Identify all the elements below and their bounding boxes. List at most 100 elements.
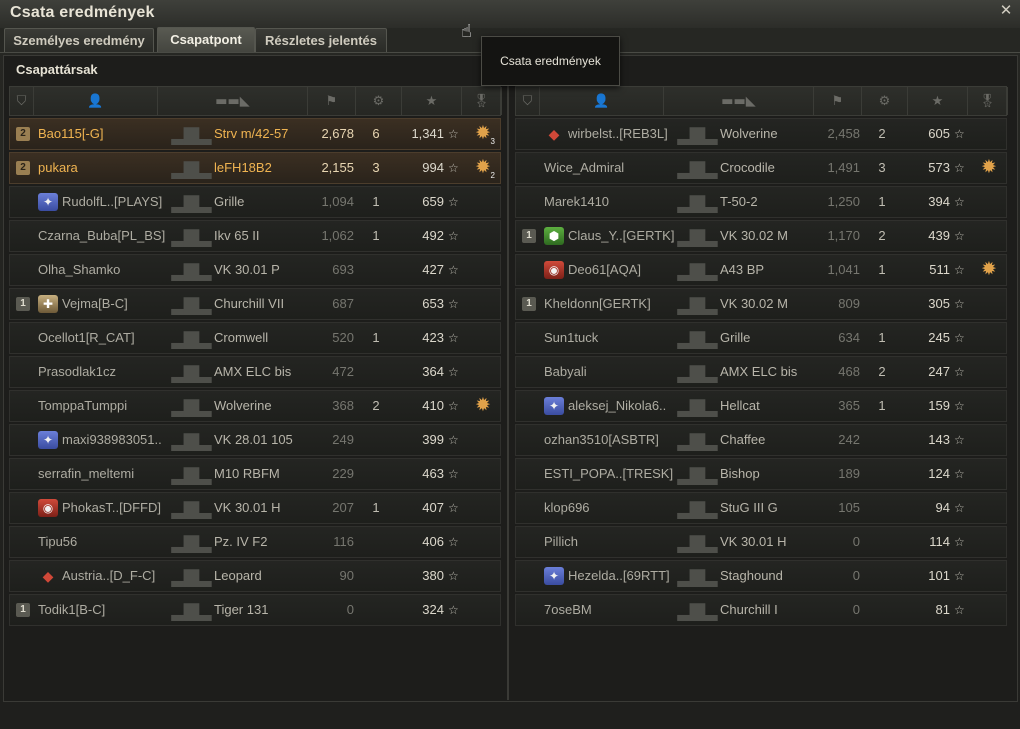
player-row[interactable]: Tipu56 ▂▆▂ Pz. IV F2 116 406 ☆ xyxy=(9,526,501,558)
player-name[interactable]: Bao115[-G] xyxy=(38,119,178,149)
player-row[interactable]: klop696 ▂▆▂ StuG III G 105 94 ☆ xyxy=(515,492,1007,524)
player-name[interactable]: 7oseBM xyxy=(544,595,684,625)
player-row[interactable]: 1 ⬢ Claus_Y..[GERTK] ▂▆▂ VK 30.02 M 1,170 2 439… xyxy=(515,220,1007,252)
header-xp-icon[interactable]: ⚑ xyxy=(814,87,862,115)
tab-team-score[interactable]: Csapatpont xyxy=(157,27,255,53)
damage-value: 463 xyxy=(422,466,444,481)
player-name[interactable]: ESTI_POPA..[TRESK] xyxy=(544,459,684,489)
header-player-icon[interactable]: 👤 xyxy=(540,87,664,115)
player-row[interactable]: ◆ Austria..[D_F-C] ▂▆▂ Leopard 90 380 ☆ xyxy=(9,560,501,592)
medal-icon[interactable]: ✹ xyxy=(471,394,495,418)
player-name[interactable]: PhokasT..[DFFD] xyxy=(62,493,178,523)
table-header: ⛉ 👤 ▬▬◣ ⚑ ⚙ ★ 🎖 xyxy=(515,86,1008,116)
player-row[interactable]: Pillich ▂▆▂ VK 30.01 H 0 114 ☆ xyxy=(515,526,1007,558)
kills-value xyxy=(872,425,892,455)
damage-value: 406 xyxy=(422,534,444,549)
medal-icon[interactable]: ✹ xyxy=(977,156,1001,180)
header-medal-icon[interactable]: 🎖 xyxy=(462,87,502,115)
player-name[interactable]: serrafin_meltemi xyxy=(38,459,178,489)
player-row[interactable]: ✦ aleksej_Nikola6.. ▂▆▂ Hellcat 365 1 159 ☆ xyxy=(515,390,1007,422)
player-name[interactable]: ozhan3510[ASBTR] xyxy=(544,425,684,455)
player-row[interactable]: ◉ PhokasT..[DFFD] ▂▆▂ VK 30.01 H 207 1 407 ☆ xyxy=(9,492,501,524)
player-row[interactable]: 1 Todik1[B-C] ▂▆▂ Tiger 131 0 324 ☆ xyxy=(9,594,501,626)
player-name[interactable]: maxi938983051.. xyxy=(62,425,178,455)
tank-silhouette-icon: ▂▆▂ xyxy=(677,531,717,553)
player-name[interactable]: Olha_Shamko xyxy=(38,255,178,285)
player-name[interactable]: Kheldonn[GERTK] xyxy=(544,289,684,319)
player-name[interactable]: Hezelda..[69RTT] xyxy=(568,561,684,591)
player-row[interactable]: Wice_Admiral ▂▆▂ Crocodile 1,491 3 573 ☆ ✹ xyxy=(515,152,1007,184)
title-bar[interactable]: Csata eredmények ✕ xyxy=(0,0,1020,28)
player-name[interactable]: Pillich xyxy=(544,527,684,557)
player-name[interactable]: pukara xyxy=(38,153,178,183)
medal-icon[interactable]: ✹ 2 xyxy=(471,156,495,180)
header-tank-icon[interactable]: ▬▬◣ xyxy=(664,87,814,115)
tank-silhouette-icon: ▂▆▂ xyxy=(171,429,211,451)
player-name[interactable]: Marek1410 xyxy=(544,187,684,217)
player-row[interactable]: Ocellot1[R_CAT] ▂▆▂ Cromwell 520 1 423 ☆ xyxy=(9,322,501,354)
player-name[interactable]: Todik1[B-C] xyxy=(38,595,178,625)
player-name[interactable]: wirbelst..[REB3L] xyxy=(568,119,684,149)
player-name[interactable]: klop696 xyxy=(544,493,684,523)
window-title: Csata eredmények xyxy=(10,4,155,21)
player-name[interactable]: Vejma[B-C] xyxy=(62,289,178,319)
left-team-table: ⛉ 👤 ▬▬◣ ⚑ ⚙ ★ 🎖 2 Bao115[-G] ▂▆▂ Strv m/42-57 2,678… xyxy=(9,86,502,626)
header-xp-icon[interactable]: ⚑ xyxy=(308,87,356,115)
vehicle-name: AMX ELC bis xyxy=(720,364,798,379)
xp-value: 809 xyxy=(838,296,860,311)
player-name[interactable]: Deo61[AQA] xyxy=(568,255,684,285)
player-name[interactable]: RudolfL..[PLAYS] xyxy=(62,187,178,217)
player-row[interactable]: Babyali ▂▆▂ AMX ELC bis 468 2 247 ☆ xyxy=(515,356,1007,388)
player-name[interactable]: Czarna_Buba[PL_BS] xyxy=(38,221,178,251)
player-row[interactable]: Marek1410 ▂▆▂ T-50-2 1,250 1 394 ☆ xyxy=(515,186,1007,218)
player-row[interactable]: 2 pukara ▂▆▂ leFH18B2 2,155 3 994 ☆ ✹ 2 xyxy=(9,152,501,184)
player-row[interactable]: 7oseBM ▂▆▂ Churchill I 0 81 ☆ xyxy=(515,594,1007,626)
medal-icon[interactable]: ✹ 3 xyxy=(471,122,495,146)
player-name[interactable]: aleksej_Nikola6.. xyxy=(568,391,684,421)
player-name[interactable]: Prasodlak1cz xyxy=(38,357,178,387)
damage-star-icon: ★ xyxy=(931,93,944,109)
tab-personal-results[interactable]: Személyes eredmény xyxy=(4,28,154,52)
header-tank-icon[interactable]: ▬▬◣ xyxy=(158,87,308,115)
header-kills-icon[interactable]: ⚙ xyxy=(862,87,908,115)
player-row[interactable]: Sun1tuck ▂▆▂ Grille 634 1 245 ☆ xyxy=(515,322,1007,354)
player-name[interactable]: TomppaTumppi xyxy=(38,391,178,421)
player-name[interactable]: Claus_Y..[GERTK] xyxy=(568,221,684,251)
player-row[interactable]: ◆ wirbelst..[REB3L] ▂▆▂ Wolverine 2,458 2 605 ☆ xyxy=(515,118,1007,150)
player-row[interactable]: 1 Kheldonn[GERTK] ▂▆▂ VK 30.02 M 809 305 ☆ xyxy=(515,288,1007,320)
player-name[interactable]: Wice_Admiral xyxy=(544,153,684,183)
tab-detailed-report[interactable]: Részletes jelentés xyxy=(255,28,387,52)
player-row[interactable]: TomppaTumppi ▂▆▂ Wolverine 368 2 410 ☆ ✹ xyxy=(9,390,501,422)
player-row[interactable]: ✦ maxi938983051.. ▂▆▂ VK 28.01 105 249 399 ☆ xyxy=(9,424,501,456)
player-row[interactable]: Olha_Shamko ▂▆▂ VK 30.01 P 693 427 ☆ xyxy=(9,254,501,286)
player-name[interactable]: Babyali xyxy=(544,357,684,387)
header-squad-icon[interactable]: ⛉ xyxy=(516,87,540,115)
header-player-icon[interactable]: 👤 xyxy=(34,87,158,115)
star-icon: ☆ xyxy=(448,365,459,379)
player-name[interactable]: Sun1tuck xyxy=(544,323,684,353)
player-row[interactable]: Prasodlak1cz ▂▆▂ AMX ELC bis 472 364 ☆ xyxy=(9,356,501,388)
header-kills-icon[interactable]: ⚙ xyxy=(356,87,402,115)
player-row[interactable]: ✦ Hezelda..[69RTT] ▂▆▂ Staghound 0 101 ☆ xyxy=(515,560,1007,592)
medal-icon[interactable]: ✹ xyxy=(977,258,1001,282)
header-damage-star-icon[interactable]: ★ xyxy=(402,87,462,115)
player-row[interactable]: 1 ✚ Vejma[B-C] ▂▆▂ Churchill VII 687 653 ☆ xyxy=(9,288,501,320)
kills-value xyxy=(366,527,386,557)
player-row[interactable]: ◉ Deo61[AQA] ▂▆▂ A43 BP 1,041 1 511 ☆ ✹ xyxy=(515,254,1007,286)
player-row[interactable]: serrafin_meltemi ▂▆▂ M10 RBFM 229 463 ☆ xyxy=(9,458,501,490)
player-name[interactable]: Tipu56 xyxy=(38,527,178,557)
player-row[interactable]: ✦ RudolfL..[PLAYS] ▂▆▂ Grille 1,094 1 659 ☆ xyxy=(9,186,501,218)
player-row[interactable]: ozhan3510[ASBTR] ▂▆▂ Chaffee 242 143 ☆ xyxy=(515,424,1007,456)
header-damage-star-icon[interactable]: ★ xyxy=(908,87,968,115)
player-row[interactable]: ESTI_POPA..[TRESK] ▂▆▂ Bishop 189 124 ☆ xyxy=(515,458,1007,490)
close-icon[interactable]: ✕ xyxy=(998,2,1014,18)
header-squad-icon[interactable]: ⛉ xyxy=(10,87,34,115)
clan-emblem-icon: ◆ xyxy=(548,126,560,142)
player-row[interactable]: Czarna_Buba[PL_BS] ▂▆▂ Ikv 65 II 1,062 1 492 ☆ xyxy=(9,220,501,252)
player-name[interactable]: Ocellot1[R_CAT] xyxy=(38,323,178,353)
player-row[interactable]: 2 Bao115[-G] ▂▆▂ Strv m/42-57 2,678 6 1,341 ☆ ✹ 3 xyxy=(9,118,501,150)
player-icon: 👤 xyxy=(87,93,104,109)
player-name[interactable]: Austria..[D_F-C] xyxy=(62,561,178,591)
header-medal-icon[interactable]: 🎖 xyxy=(968,87,1008,115)
star-icon: ☆ xyxy=(448,467,459,481)
